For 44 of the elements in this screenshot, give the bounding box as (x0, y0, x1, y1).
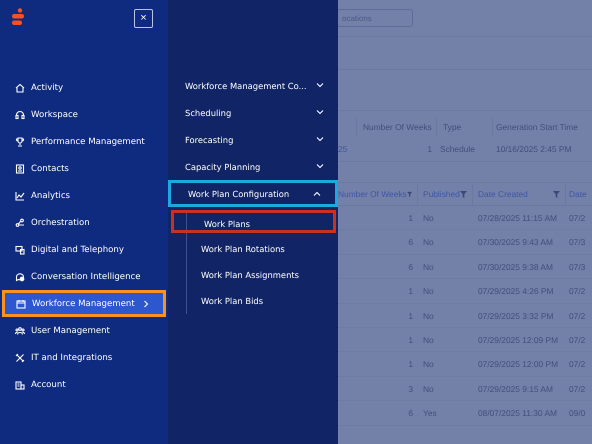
sub-menu-section[interactable]: Capacity Planning (168, 153, 338, 180)
filter-icon (460, 190, 467, 198)
sub-menu-section[interactable]: Forecasting (168, 126, 338, 153)
chevron-down-icon (316, 83, 324, 88)
sub-menu-item[interactable]: Work Plan Bids (171, 288, 338, 314)
menu-item[interactable]: Digital and Telephony (0, 236, 168, 263)
menu-item[interactable]: Workspace (0, 101, 168, 128)
sub-menu-section[interactable]: Work Plan Configuration (168, 180, 338, 207)
trophy-icon (15, 136, 25, 146)
chevron-down-icon (316, 110, 324, 115)
building-icon (15, 380, 25, 390)
menu-item[interactable]: IT and Integrations (0, 344, 168, 371)
close-button[interactable]: × (134, 9, 153, 28)
logo-icon (11, 8, 25, 26)
menu-item[interactable]: Orchestration (0, 209, 168, 236)
chevron-down-icon (316, 137, 324, 142)
chevron-up-icon (313, 191, 321, 196)
line-chart-icon (15, 190, 25, 200)
chevron-down-icon (316, 164, 324, 169)
tools-icon (15, 352, 25, 362)
menu-item[interactable]: Activity (0, 74, 168, 101)
filter-icon (406, 190, 412, 198)
menu-item[interactable]: Performance Management (0, 128, 168, 155)
calendar-icon (16, 298, 26, 308)
devices-icon (15, 244, 25, 254)
headset-icon (15, 110, 25, 120)
menu-item[interactable]: Account (0, 371, 168, 398)
contact-card-icon (15, 164, 25, 174)
menu-item[interactable]: Contacts (0, 155, 168, 182)
sub-menu-item[interactable]: Work Plan Rotations (171, 236, 338, 262)
sub-menu-item[interactable]: Work Plan Assignments (171, 262, 338, 288)
chevron-right-icon (143, 300, 149, 308)
chat-bubble-icon (15, 272, 25, 282)
sub-menu-section[interactable]: Scheduling (168, 99, 338, 126)
nodes-icon (15, 218, 25, 228)
people-icon (15, 326, 25, 336)
menu-item[interactable]: Conversation Intelligence (0, 263, 168, 290)
menu-item[interactable]: Workforce Management (2, 290, 166, 317)
sub-menu-section[interactable]: Workforce Management Co... (168, 72, 338, 99)
sub-menu-item[interactable]: Work Plans (171, 210, 336, 233)
menu-item[interactable]: User Management (0, 317, 168, 344)
home-icon (15, 82, 25, 92)
menu-item[interactable]: Analytics (0, 182, 168, 209)
filter-icon (553, 190, 560, 198)
